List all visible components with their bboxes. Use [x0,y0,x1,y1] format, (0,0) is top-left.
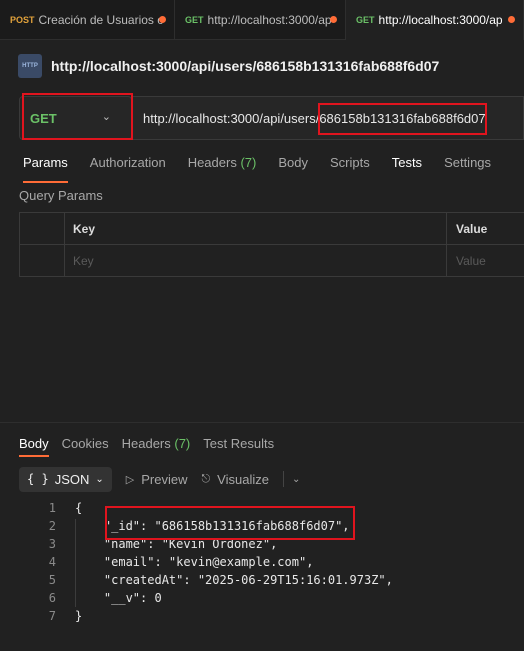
line-number: 3 [48,537,56,551]
unsaved-dot-icon [159,16,166,23]
tab-method: GET [356,15,375,25]
visualize-label: Visualize [217,471,269,487]
response-divider[interactable] [0,422,524,423]
checkbox-column [20,213,65,244]
tab-body[interactable]: Body [278,150,308,176]
value-input[interactable]: Value [447,245,524,276]
tab-label: Creación de Usuarios c [38,13,164,27]
preview-label: Preview [141,471,188,487]
tab-settings[interactable]: Settings [444,150,491,176]
play-icon: ▷ [125,473,135,486]
tab-authorization[interactable]: Authorization [90,150,166,176]
tab-tests[interactable]: Tests [392,150,422,176]
response-format-bar: { } JSON ⌄ ▷ Preview ⎋ Visualize ⌄ [19,466,300,492]
line-text: "_id": "686158b131316fab688f6d07", [75,519,350,533]
tab-get-request-1[interactable]: GET http://localhost:3000/ap [175,0,346,40]
line-text: "__v": 0 [75,591,162,605]
tab-method: POST [10,15,35,25]
response-tab-headers[interactable]: Headers (7) [122,436,191,451]
tab-scripts[interactable]: Scripts [330,150,370,176]
tab-params[interactable]: Params [23,150,68,183]
tab-label: http://localhost:3000/ap [207,13,332,27]
method-select[interactable]: GET ⌄ [19,96,132,140]
chevron-down-icon: ⌄ [101,111,111,123]
toolbar-divider [282,471,284,487]
headers-count: (7) [240,155,257,170]
chevron-down-icon: ⌄ [95,473,104,485]
request-title[interactable]: http://localhost:3000/api/users/686158b1… [51,58,439,74]
request-title-row: HTTP http://localhost:3000/api/users/686… [18,52,439,80]
table-header-row: Key Value [20,213,524,245]
url-input[interactable]: http://localhost:3000/api/users/686158b1… [133,96,524,140]
response-tab-headers-label: Headers [121,436,171,451]
response-tab-test-results[interactable]: Test Results [203,436,274,451]
unsaved-dot-icon [508,16,515,23]
line-text: "email": "kevin@example.com", [75,555,314,569]
preview-button[interactable]: ▷ Preview [126,472,188,487]
visualize-icon: ⎋ [201,472,211,485]
line-text: } [75,609,83,623]
response-tab-body[interactable]: Body [19,436,49,457]
request-tab-bar: POST Creación de Usuarios c GET http://l… [0,0,524,40]
table-row: Key Value [20,245,524,277]
format-label: JSON [54,471,90,487]
tab-label: http://localhost:3000/ap [378,13,503,27]
line-number: 7 [48,609,56,623]
key-input[interactable]: Key [65,245,447,276]
query-params-table: Key Value Key Value [19,212,524,277]
json-braces-icon: { } [27,472,49,486]
key-header: Key [65,213,447,244]
visualize-button[interactable]: ⎋ Visualize [201,472,269,487]
line-text: "createdAt": "2025-06-29T15:16:01.973Z", [75,573,393,587]
response-headers-count: (7) [174,436,191,451]
line-number: 1 [48,501,56,515]
chevron-down-icon[interactable]: ⌄ [292,474,300,485]
tab-get-request-2[interactable]: GET http://localhost:3000/ap [346,0,524,40]
request-options-tabs: Params Authorization Headers (7) Body Sc… [23,150,513,183]
value-header: Value [456,221,488,236]
http-request-icon: HTTP [18,54,42,78]
tab-method: GET [185,15,204,25]
line-number: 2 [48,519,56,533]
query-params-label: Query Params [19,188,103,203]
tab-headers-label: Headers [187,155,237,170]
line-number: 4 [48,555,56,569]
line-text: "name": "Kevin Ordonez", [75,537,278,551]
tab-headers[interactable]: Headers (7) [188,150,257,176]
response-tabs: Body Cookies Headers (7) Test Results [19,436,287,457]
format-select[interactable]: { } JSON ⌄ [19,466,112,492]
tab-create-users[interactable]: POST Creación de Usuarios c [0,0,175,40]
line-number: 6 [48,591,56,605]
response-tab-cookies[interactable]: Cookies [62,436,109,451]
row-checkbox[interactable] [20,245,65,276]
unsaved-dot-icon [330,16,337,23]
line-number: 5 [48,573,56,587]
line-text: { [75,501,83,515]
method-value: GET [30,110,57,126]
